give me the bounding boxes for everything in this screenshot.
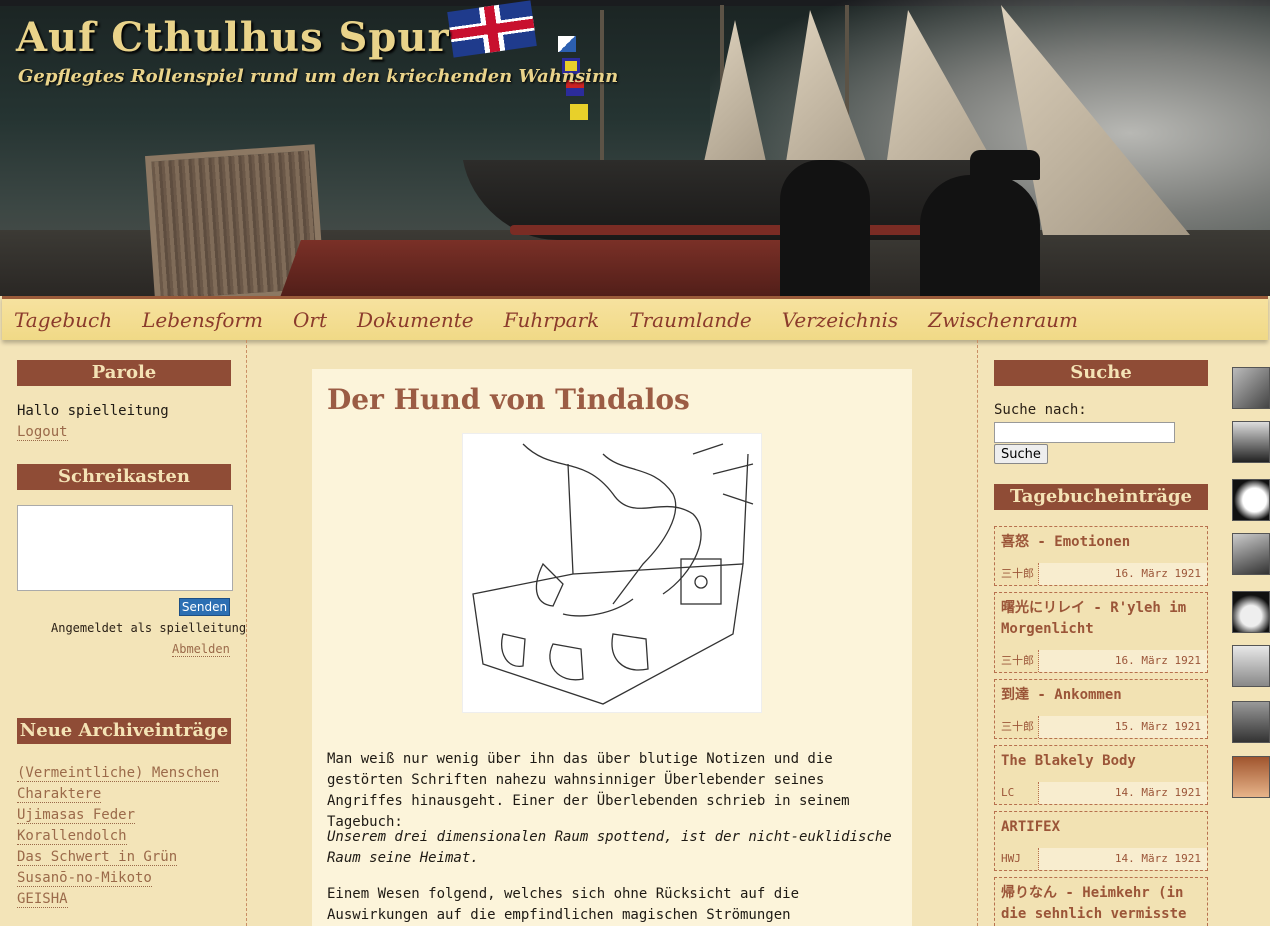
entry-card[interactable]: 帰りなん - Heimkehr (in die sehnlich vermiss… <box>994 877 1208 926</box>
header-banner: Auf Cthulhus Spur Gepflegtes Rollenspiel… <box>0 0 1270 296</box>
entry-card[interactable]: 到達 - Ankommen 三十郎 15. März 1921 <box>994 679 1208 739</box>
entry-title[interactable]: 曙光にリレイ - R'yleh im Morgenlicht <box>995 593 1207 640</box>
archive-item[interactable]: Susanō-no-Mikoto <box>17 870 152 887</box>
entry-date: 16. März 1921 <box>1039 650 1207 672</box>
avatar[interactable] <box>1232 701 1270 743</box>
main-navigation: Tagebuch Lebensform Ort Dokumente Fuhrpa… <box>2 296 1268 340</box>
entry-author: 三十郎 <box>995 563 1039 585</box>
entry-author: 三十郎 <box>995 650 1039 672</box>
avatar[interactable] <box>1232 756 1270 798</box>
nav-item-ort[interactable]: Ort <box>293 308 327 332</box>
entry-title[interactable]: The Blakely Body <box>995 746 1207 772</box>
greeting-text: Hallo spielleitung <box>17 403 169 419</box>
archive-item[interactable]: Charaktere <box>17 786 102 803</box>
nav-item-zwischenraum[interactable]: Zwischenraum <box>928 308 1078 332</box>
archive-item[interactable]: Korallendolch <box>17 828 127 845</box>
entries-widget-title: Tagebucheinträge <box>994 484 1208 510</box>
entry-author: LC <box>995 782 1039 804</box>
sketch-drawing <box>472 443 754 705</box>
entry-author: 三十郎 <box>995 716 1039 738</box>
shoutbox-input[interactable] <box>17 505 233 591</box>
nav-item-fuhrpark[interactable]: Fuhrpark <box>504 308 600 332</box>
avatar[interactable] <box>1232 367 1270 409</box>
avatar[interactable] <box>1232 421 1270 463</box>
nav-item-tagebuch[interactable]: Tagebuch <box>14 308 112 332</box>
signal-flag-icon <box>558 36 576 52</box>
entry-meta: 三十郎 15. März 1921 <box>995 716 1207 738</box>
avatar[interactable] <box>1232 479 1270 521</box>
entry-title[interactable]: 到達 - Ankommen <box>995 680 1207 706</box>
entry-title[interactable]: 喜怒 - Emotionen <box>995 527 1207 553</box>
post-title[interactable]: Der Hund von Tindalos <box>327 383 690 416</box>
search-input[interactable] <box>994 422 1175 443</box>
post-quote: Unserem drei dimensionalen Raum spottend… <box>327 829 892 866</box>
entry-date: 14. März 1921 <box>1039 848 1207 870</box>
search-label: Suche nach: <box>994 402 1087 418</box>
nav-item-traumlande[interactable]: Traumlande <box>629 308 752 332</box>
archive-item[interactable]: Das Schwert in Grün <box>17 849 178 866</box>
parole-widget-title: Parole <box>17 360 231 386</box>
archive-item[interactable]: (Vermeintliche) Menschen <box>17 765 220 782</box>
entry-date: 14. März 1921 <box>1039 782 1207 804</box>
entry-card[interactable]: ARTIFEX HWJ 14. März 1921 <box>994 811 1208 871</box>
post-paragraph: Einem Wesen folgend, welches sich ohne R… <box>327 886 800 923</box>
entry-title[interactable]: ARTIFEX <box>995 812 1207 838</box>
shoutbox-widget-title: Schreikasten <box>17 464 231 490</box>
entry-meta: LC 14. März 1921 <box>995 782 1207 804</box>
archive-widget-title: Neue Archiveinträge <box>17 718 231 744</box>
silhouette-figure <box>920 175 1040 296</box>
avatar[interactable] <box>1232 645 1270 687</box>
avatar[interactable] <box>1232 591 1270 633</box>
sketch-image <box>462 433 762 713</box>
archive-list: (Vermeintliche) Menschen Charaktere Ujim… <box>17 762 220 909</box>
logged-in-status: Angemeldet als spielleitung <box>51 621 247 635</box>
post-paragraph: Man weiß nur wenig über ihn das über blu… <box>327 751 850 830</box>
entry-card[interactable]: The Blakely Body LC 14. März 1921 <box>994 745 1208 805</box>
send-button[interactable]: Senden <box>179 598 230 616</box>
archive-item[interactable]: Ujimasas Feder <box>17 807 136 824</box>
abmelden-link[interactable]: Abmelden <box>172 642 230 657</box>
entry-meta: 三十郎 16. März 1921 <box>995 650 1207 672</box>
ship-band <box>510 225 950 235</box>
search-button[interactable]: Suche <box>994 444 1048 464</box>
uk-flag-icon[interactable] <box>447 0 537 58</box>
entry-author: HWJ <box>995 848 1039 870</box>
entry-title[interactable]: 帰りなん - Heimkehr (in die sehnlich vermiss… <box>995 878 1207 925</box>
silhouette-figure <box>780 160 870 296</box>
archive-item[interactable]: GEISHA <box>17 891 68 908</box>
entry-date: 15. März 1921 <box>1039 716 1207 738</box>
entry-card[interactable]: 曙光にリレイ - R'yleh im Morgenlicht 三十郎 16. M… <box>994 592 1208 673</box>
site-title[interactable]: Auf Cthulhus Spur <box>16 14 450 61</box>
logout-link[interactable]: Logout <box>17 424 68 441</box>
silhouette-hat <box>970 150 1040 180</box>
search-widget-title: Suche <box>994 360 1208 386</box>
nav-item-dokumente[interactable]: Dokumente <box>357 308 474 332</box>
entry-card[interactable]: 喜怒 - Emotionen 三十郎 16. März 1921 <box>994 526 1208 586</box>
nav-item-verzeichnis[interactable]: Verzeichnis <box>782 308 898 332</box>
avatar[interactable] <box>1232 533 1270 575</box>
site-tagline: Gepflegtes Rollenspiel rund um den kriec… <box>18 66 619 87</box>
map-table-illustration <box>279 240 801 296</box>
signal-flag-icon <box>570 104 588 120</box>
nav-item-lebensform[interactable]: Lebensform <box>142 308 263 332</box>
entry-meta: HWJ 14. März 1921 <box>995 848 1207 870</box>
entry-meta: 三十郎 16. März 1921 <box>995 563 1207 585</box>
entry-date: 16. März 1921 <box>1039 563 1207 585</box>
post-card: Der Hund von Tindalos Man weiß nur wenig… <box>312 369 912 926</box>
right-sidebar: Suche Suche nach: Suche Tagebucheinträge… <box>977 340 1223 926</box>
